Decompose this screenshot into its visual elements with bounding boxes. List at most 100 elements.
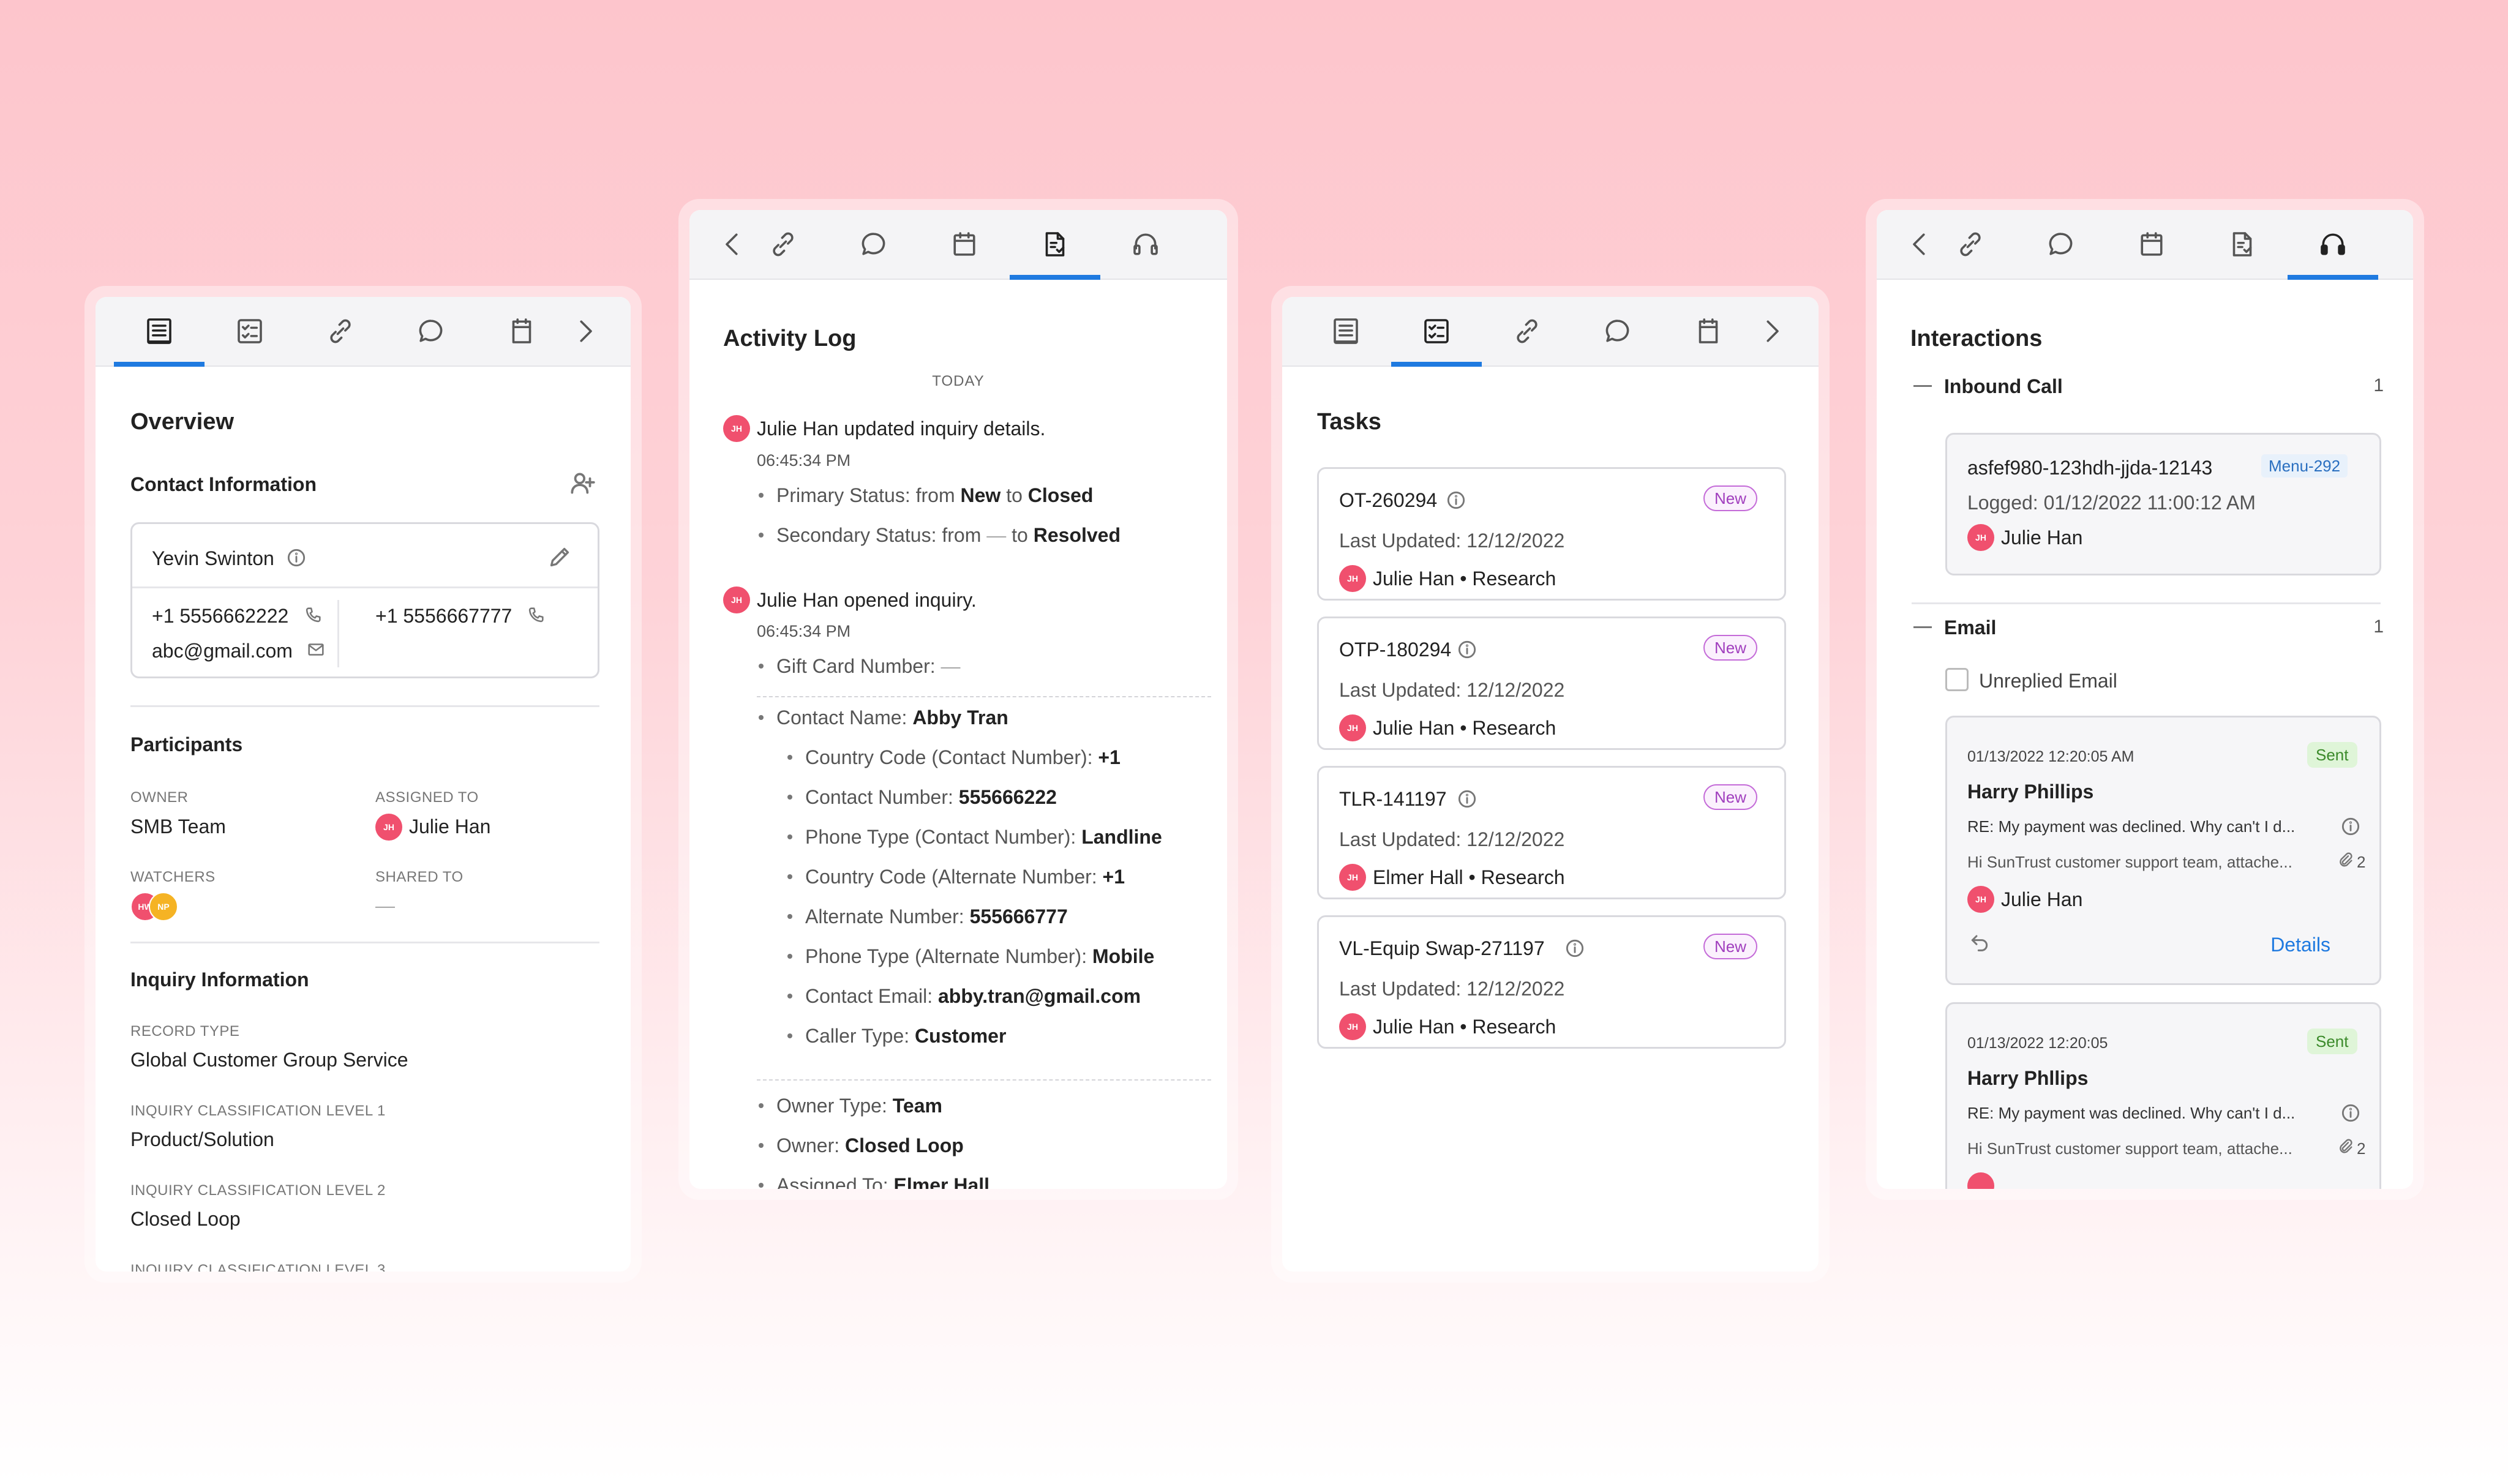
task-owner: Elmer Hall • Research bbox=[1373, 866, 1565, 888]
bullet bbox=[787, 914, 792, 919]
contact-info-heading: Contact Information bbox=[130, 473, 317, 495]
tasks-title: Tasks bbox=[1317, 409, 1381, 435]
tab-tasks[interactable] bbox=[1391, 297, 1482, 367]
phone-primary[interactable]: +1 5556662222 bbox=[152, 606, 288, 626]
info-icon bbox=[1458, 790, 1476, 808]
paperclip-icon bbox=[2340, 1139, 2352, 1153]
contact-detail-line: Contact Email: abby.tran@gmail.com bbox=[805, 985, 1141, 1007]
task-id[interactable]: TLR-141197 bbox=[1339, 789, 1447, 809]
tab-links[interactable] bbox=[1482, 297, 1572, 365]
details-link[interactable]: Details bbox=[2270, 935, 2330, 954]
day-label: TODAY bbox=[932, 373, 985, 389]
info-icon bbox=[2341, 1104, 2360, 1122]
bullet bbox=[759, 533, 764, 538]
edit-pencil-icon[interactable] bbox=[546, 543, 574, 571]
owner-label: OWNER bbox=[130, 789, 189, 806]
tab-calendar[interactable] bbox=[2106, 210, 2197, 279]
status-badge: New bbox=[1703, 934, 1758, 959]
tab-interactions[interactable] bbox=[2288, 210, 2378, 280]
avatar: JH bbox=[723, 586, 750, 613]
bullet bbox=[759, 1103, 764, 1108]
owner-value: SMB Team bbox=[130, 815, 226, 838]
link-icon bbox=[330, 319, 351, 343]
overview-title: Overview bbox=[130, 409, 234, 435]
avatar: JH bbox=[1967, 524, 1994, 551]
collapse-icon[interactable] bbox=[1913, 385, 1932, 387]
tab-overview[interactable] bbox=[114, 297, 205, 367]
tab-next-arrow[interactable] bbox=[1754, 297, 1790, 365]
tab-next-arrow[interactable] bbox=[567, 297, 604, 365]
contact-detail-line: Alternate Number: 555666777 bbox=[805, 905, 1068, 928]
tab-activity-log[interactable] bbox=[1010, 210, 1100, 280]
tab-comments[interactable] bbox=[828, 210, 919, 279]
info-icon bbox=[2341, 817, 2360, 836]
chat-bubble-icon bbox=[1605, 320, 1629, 342]
tab-calendar[interactable] bbox=[919, 210, 1010, 279]
link-icon bbox=[1517, 319, 1537, 343]
mail-icon[interactable] bbox=[306, 639, 326, 660]
avatar: JH bbox=[1967, 886, 1994, 913]
unreplied-checkbox[interactable] bbox=[1945, 668, 1969, 691]
contact-detail-line: Country Code (Alternate Number: +1 bbox=[805, 866, 1125, 888]
bullet bbox=[787, 795, 792, 800]
avatar[interactable]: NP bbox=[149, 892, 178, 921]
inbound-call-label[interactable]: Inbound Call bbox=[1944, 377, 2063, 396]
contact-detail-line: Contact Number: 555666222 bbox=[805, 786, 1057, 808]
attachment-count: 2 bbox=[2357, 853, 2366, 871]
level1-value: Product/Solution bbox=[130, 1128, 274, 1150]
reply-icon[interactable] bbox=[1967, 930, 1992, 954]
tab-tasks[interactable] bbox=[205, 297, 295, 365]
tab-comments[interactable] bbox=[2016, 210, 2106, 279]
assigned-value: Julie Han bbox=[409, 815, 491, 838]
tab-calendar[interactable] bbox=[1663, 297, 1754, 365]
bullet bbox=[759, 664, 764, 669]
assigned-line: Assigned To: Elmer Hall bbox=[776, 1174, 990, 1189]
inquiry-heading: Inquiry Information bbox=[130, 969, 309, 991]
gift-card-line: Gift Card Number: — bbox=[776, 655, 961, 677]
tab-comments[interactable] bbox=[1572, 297, 1663, 365]
email-label[interactable]: Email bbox=[1944, 618, 1996, 637]
chevron-right-icon bbox=[580, 320, 592, 342]
avatar: JH bbox=[1339, 714, 1366, 741]
tab-interactions[interactable] bbox=[1100, 210, 1191, 279]
chat-bubble-icon bbox=[2049, 233, 2073, 255]
tab-activity-log[interactable] bbox=[2197, 210, 2288, 279]
activity-time-2: 06:45:34 PM bbox=[757, 622, 851, 640]
activity-title: Activity Log bbox=[723, 326, 857, 351]
record-type-value: Global Customer Group Service bbox=[130, 1049, 408, 1071]
dashed-divider bbox=[757, 1079, 1211, 1081]
contact-detail-line: Phone Type (Contact Number): Landline bbox=[805, 826, 1162, 848]
activity-time-1: 06:45:34 PM bbox=[757, 451, 851, 470]
tab-comments[interactable] bbox=[386, 297, 476, 365]
unreplied-label[interactable]: Unreplied Email bbox=[1979, 671, 2117, 691]
phone-icon[interactable] bbox=[302, 605, 323, 626]
bullet bbox=[787, 834, 792, 839]
avatar: JH bbox=[1339, 1013, 1366, 1040]
avatar: JH bbox=[375, 814, 402, 841]
tab-links[interactable] bbox=[1925, 210, 2016, 279]
tab-links[interactable] bbox=[738, 210, 828, 279]
collapse-icon[interactable] bbox=[1913, 626, 1932, 628]
tab-links[interactable] bbox=[295, 297, 386, 365]
status-badge: New bbox=[1703, 784, 1758, 810]
bullet bbox=[759, 1143, 764, 1148]
tab-overview[interactable] bbox=[1301, 297, 1391, 365]
task-id[interactable]: OT-260294 bbox=[1339, 490, 1437, 510]
phone-icon[interactable] bbox=[525, 605, 546, 626]
tab-calendar[interactable] bbox=[476, 297, 567, 365]
contact-email[interactable]: abc@gmail.com bbox=[152, 641, 293, 661]
bullet bbox=[759, 1183, 764, 1188]
add-person-icon[interactable] bbox=[567, 468, 598, 499]
status-badge: New bbox=[1703, 485, 1758, 511]
link-icon bbox=[773, 232, 794, 257]
contact-card-divider bbox=[132, 586, 598, 588]
status-badge: Sent bbox=[2307, 1029, 2357, 1054]
info-icon bbox=[1566, 939, 1584, 957]
phone-alternate[interactable]: +1 5556667777 bbox=[375, 606, 512, 626]
activity-panel-shell: Activity Log TODAY JH Julie Han updated … bbox=[678, 199, 1238, 1200]
calendar-icon bbox=[512, 318, 531, 343]
task-id[interactable]: VL-Equip Swap-271197 bbox=[1339, 939, 1545, 958]
task-updated: Last Updated: 12/12/2022 bbox=[1339, 530, 1565, 552]
inbound-call-count: 1 bbox=[2373, 375, 2384, 395]
task-id[interactable]: OTP-180294 bbox=[1339, 640, 1451, 659]
